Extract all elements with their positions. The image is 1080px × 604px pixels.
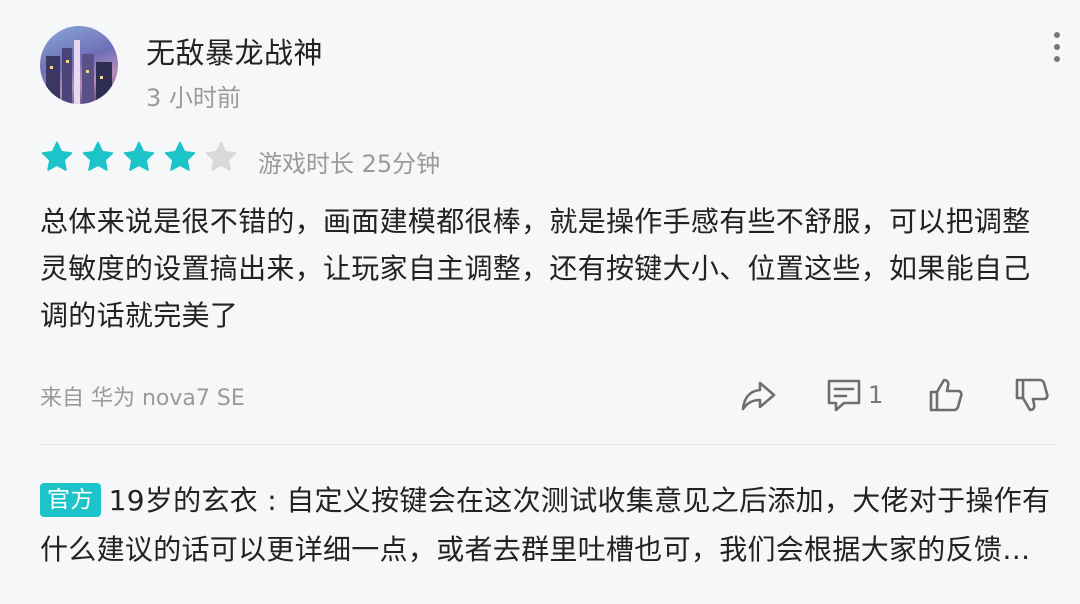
thumbs-up-icon (929, 378, 963, 412)
thumbs-down-icon (1015, 378, 1049, 412)
avatar-image (46, 40, 112, 104)
star-filled-icon (41, 141, 73, 171)
more-options-icon[interactable] (1050, 32, 1064, 62)
star-rating (40, 140, 238, 174)
star-empty-icon (205, 141, 237, 171)
share-button[interactable] (738, 372, 778, 418)
star-filled-icon (123, 141, 155, 171)
official-badge: 官方 (40, 483, 101, 517)
action-bar: 1 (0, 372, 1080, 418)
comment-count: 1 (868, 381, 884, 409)
dislike-button[interactable] (1012, 372, 1052, 418)
user-avatar[interactable] (40, 26, 118, 104)
comment-icon (827, 379, 861, 412)
star-filled-icon (164, 141, 196, 171)
review-text[interactable]: 总体来说是很不错的，画面建模都很棒，就是操作手感有些不舒服，可以把调整灵敏度的设… (40, 198, 1050, 339)
reply-separator: : (258, 484, 287, 517)
divider (40, 444, 1056, 445)
username[interactable]: 无敌暴龙战神 (146, 30, 323, 72)
star-filled-icon (82, 141, 114, 171)
like-button[interactable] (926, 372, 966, 418)
post-time: 3 小时前 (146, 84, 241, 112)
reply-author: 19岁的玄衣 (108, 484, 259, 517)
share-icon (741, 381, 776, 411)
comment-button[interactable]: 1 (824, 372, 883, 418)
playtime: 游戏时长 25分钟 (258, 150, 441, 178)
developer-reply[interactable]: 官方 19岁的玄衣 : 自定义按键会在这次测试收集意见之后添加，大佬对于操作有什么… (40, 476, 1055, 574)
